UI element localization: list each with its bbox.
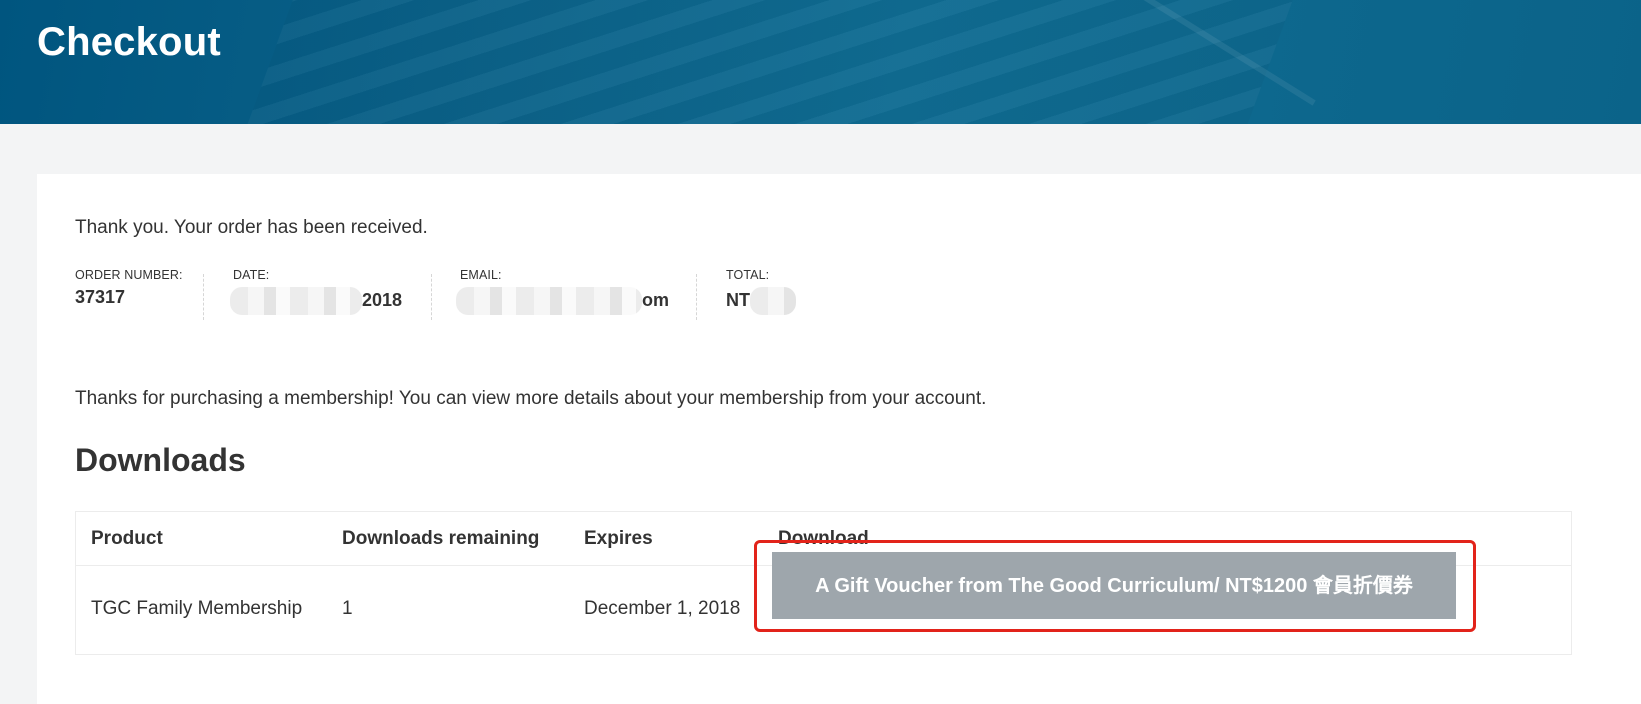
product-cell: TGC Family Membership	[91, 598, 303, 619]
redacted-blur	[456, 287, 642, 315]
order-date-label: DATE:	[233, 268, 270, 282]
page-header-banner: Checkout	[0, 0, 1641, 124]
column-header-downloads-remaining: Downloads remaining	[342, 528, 540, 549]
expires-cell: December 1, 2018	[584, 598, 741, 619]
order-received-card: Thank you. Your order has been received.…	[37, 174, 1641, 704]
membership-note: Thanks for purchasing a membership! You …	[75, 388, 987, 409]
order-date-value: 2018	[230, 287, 402, 315]
order-received-message: Thank you. Your order has been received.	[75, 217, 428, 238]
order-total-label: TOTAL:	[726, 268, 770, 282]
order-email-block: EMAIL: om	[456, 268, 669, 315]
order-number-label: ORDER NUMBER:	[75, 268, 183, 282]
downloads-remaining-cell: 1	[342, 598, 353, 619]
column-header-expires: Expires	[584, 528, 653, 549]
order-number-value: 37317	[75, 287, 126, 307]
redacted-blur	[230, 287, 362, 315]
your-account-link[interactable]: your account	[872, 388, 981, 409]
meta-divider	[431, 274, 432, 320]
downloads-heading: Downloads	[75, 442, 246, 478]
order-date-block: DATE: 2018	[230, 268, 402, 315]
order-total-block: TOTAL: NT	[726, 268, 796, 315]
order-email-label: EMAIL:	[460, 268, 502, 282]
page-title: Checkout	[37, 20, 221, 64]
order-number-block: ORDER NUMBER: 37317	[75, 268, 183, 308]
column-header-download: Download	[778, 528, 869, 549]
column-header-product: Product	[91, 528, 163, 549]
gift-voucher-download-button[interactable]: A Gift Voucher from The Good Curriculum/…	[772, 552, 1456, 619]
order-email-value: om	[456, 287, 669, 315]
meta-divider	[203, 274, 204, 320]
meta-divider	[696, 274, 697, 320]
order-total-value: NT	[726, 287, 796, 315]
redacted-blur	[750, 287, 796, 315]
